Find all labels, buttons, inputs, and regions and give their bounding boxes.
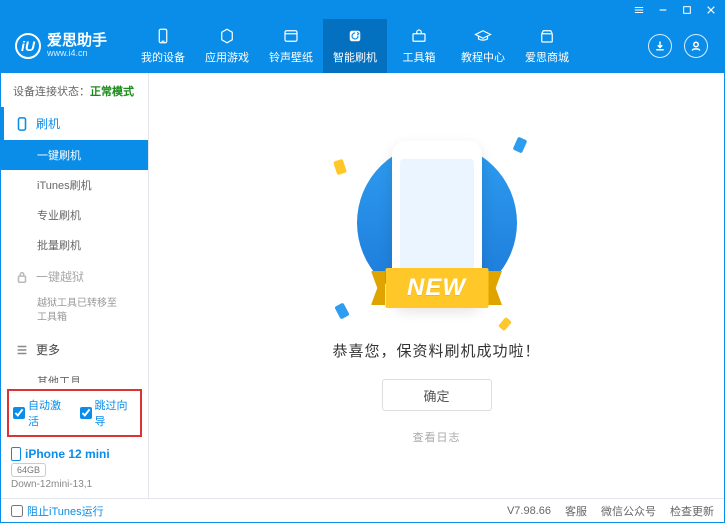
check-update-link[interactable]: 检查更新 — [670, 503, 714, 519]
support-link[interactable]: 客服 — [565, 503, 587, 519]
ok-button[interactable]: 确定 — [382, 379, 492, 411]
sidebar-section-flash[interactable]: 刷机 — [1, 107, 148, 140]
ribbon-text: NEW — [385, 268, 488, 308]
list-icon — [15, 343, 29, 357]
success-illustration: NEW — [337, 126, 537, 326]
tab-label: 教程中心 — [461, 49, 505, 65]
wallpaper-icon — [282, 27, 300, 45]
jailbreak-note: 越狱工具已转移至 工具箱 — [1, 293, 148, 333]
new-ribbon: NEW — [371, 268, 502, 308]
sidebar-item-other[interactable]: 其他工具 — [1, 366, 148, 383]
connection-status-label: 设备连接状态： — [13, 86, 90, 98]
options-highlight-box: 自动激活 跳过向导 — [7, 389, 142, 437]
sidebar-item-oneclick[interactable]: 一键刷机 — [1, 140, 148, 170]
tab-apps[interactable]: 应用游戏 — [195, 19, 259, 73]
checkbox-block-itunes[interactable]: 阻止iTunes运行 — [11, 503, 104, 519]
tab-device[interactable]: 我的设备 — [131, 19, 195, 73]
settings-menu-icon[interactable] — [632, 3, 646, 17]
auto-activate-input[interactable] — [13, 407, 25, 419]
device-capacity: 64GB — [11, 463, 46, 477]
main-tabs: 我的设备 应用游戏 铃声壁纸 智能刷机 工具箱 教程中心 — [131, 19, 579, 73]
phone-icon — [15, 117, 29, 131]
status-bar: 阻止iTunes运行 V7.98.66 客服 微信公众号 检查更新 — [1, 498, 724, 522]
account-button[interactable] — [684, 34, 708, 58]
toolbox-icon — [410, 27, 428, 45]
skip-guide-input[interactable] — [80, 407, 92, 419]
sidebar-list: 刷机 一键刷机 iTunes刷机 专业刷机 批量刷机 一键越狱 越狱工具已转移至… — [1, 107, 148, 383]
lock-icon — [15, 270, 29, 284]
checkbox-auto-activate[interactable]: 自动激活 — [13, 397, 70, 429]
wechat-link[interactable]: 微信公众号 — [601, 503, 656, 519]
close-icon[interactable] — [704, 3, 718, 17]
view-log-link[interactable]: 查看日志 — [413, 429, 461, 445]
checkbox-label: 跳过向导 — [95, 397, 137, 429]
body: 设备连接状态：正常模式 刷机 一键刷机 iTunes刷机 专业刷机 批量刷机 一… — [1, 73, 724, 498]
device-icon — [11, 447, 21, 461]
header-nav: iU 爱思助手 www.i4.cn 我的设备 应用游戏 铃声壁纸 智能刷机 — [1, 19, 724, 73]
window-titlebar — [1, 1, 724, 19]
checkbox-skip-guide[interactable]: 跳过向导 — [80, 397, 137, 429]
main-panel: NEW 恭喜您，保资料刷机成功啦！ 确定 查看日志 — [149, 73, 724, 498]
tab-label: 我的设备 — [141, 49, 185, 65]
footer-right: V7.98.66 客服 微信公众号 检查更新 — [507, 503, 714, 519]
brand-logo-icon: iU — [15, 33, 41, 59]
connection-status-value: 正常模式 — [90, 86, 134, 98]
phone-icon — [154, 27, 172, 45]
brand-block: iU 爱思助手 www.i4.cn — [15, 33, 107, 59]
tab-tutorials[interactable]: 教程中心 — [451, 19, 515, 73]
apps-icon — [218, 27, 236, 45]
tab-label: 智能刷机 — [333, 49, 377, 65]
tab-label: 爱思商城 — [525, 49, 569, 65]
tab-toolbox[interactable]: 工具箱 — [387, 19, 451, 73]
checkbox-label: 阻止iTunes运行 — [27, 503, 104, 519]
connection-status: 设备连接状态：正常模式 — [1, 73, 148, 107]
refresh-icon — [346, 27, 364, 45]
device-info[interactable]: iPhone 12 mini 64GB Down-12mini-13,1 — [1, 441, 148, 498]
section-label: 刷机 — [36, 115, 60, 132]
device-firmware: Down-12mini-13,1 — [11, 479, 138, 490]
sidebar-item-batch[interactable]: 批量刷机 — [1, 230, 148, 260]
sidebar-item-pro[interactable]: 专业刷机 — [1, 200, 148, 230]
tab-ringtones[interactable]: 铃声壁纸 — [259, 19, 323, 73]
sidebar-section-jailbreak[interactable]: 一键越狱 — [1, 260, 148, 293]
app-window: iU 爱思助手 www.i4.cn 我的设备 应用游戏 铃声壁纸 智能刷机 — [0, 0, 725, 523]
sidebar: 设备连接状态：正常模式 刷机 一键刷机 iTunes刷机 专业刷机 批量刷机 一… — [1, 73, 149, 498]
sidebar-item-itunes[interactable]: iTunes刷机 — [1, 170, 148, 200]
minimize-icon[interactable] — [656, 3, 670, 17]
graduation-icon — [474, 27, 492, 45]
brand-url: www.i4.cn — [47, 49, 107, 59]
section-label: 更多 — [36, 341, 60, 358]
tab-label: 铃声壁纸 — [269, 49, 313, 65]
maximize-icon[interactable] — [680, 3, 694, 17]
store-icon — [538, 27, 556, 45]
checkbox-label: 自动激活 — [28, 397, 70, 429]
tab-store[interactable]: 爱思商城 — [515, 19, 579, 73]
section-label: 一键越狱 — [36, 268, 84, 285]
brand-title: 爱思助手 — [47, 33, 107, 50]
download-button[interactable] — [648, 34, 672, 58]
tab-flash[interactable]: 智能刷机 — [323, 19, 387, 73]
tab-label: 工具箱 — [403, 49, 436, 65]
tab-label: 应用游戏 — [205, 49, 249, 65]
version-label: V7.98.66 — [507, 505, 551, 517]
device-name: iPhone 12 mini — [11, 447, 138, 461]
sidebar-section-more[interactable]: 更多 — [1, 333, 148, 366]
success-message: 恭喜您，保资料刷机成功啦！ — [332, 340, 540, 361]
block-itunes-input[interactable] — [11, 505, 23, 517]
header-right — [648, 34, 716, 58]
